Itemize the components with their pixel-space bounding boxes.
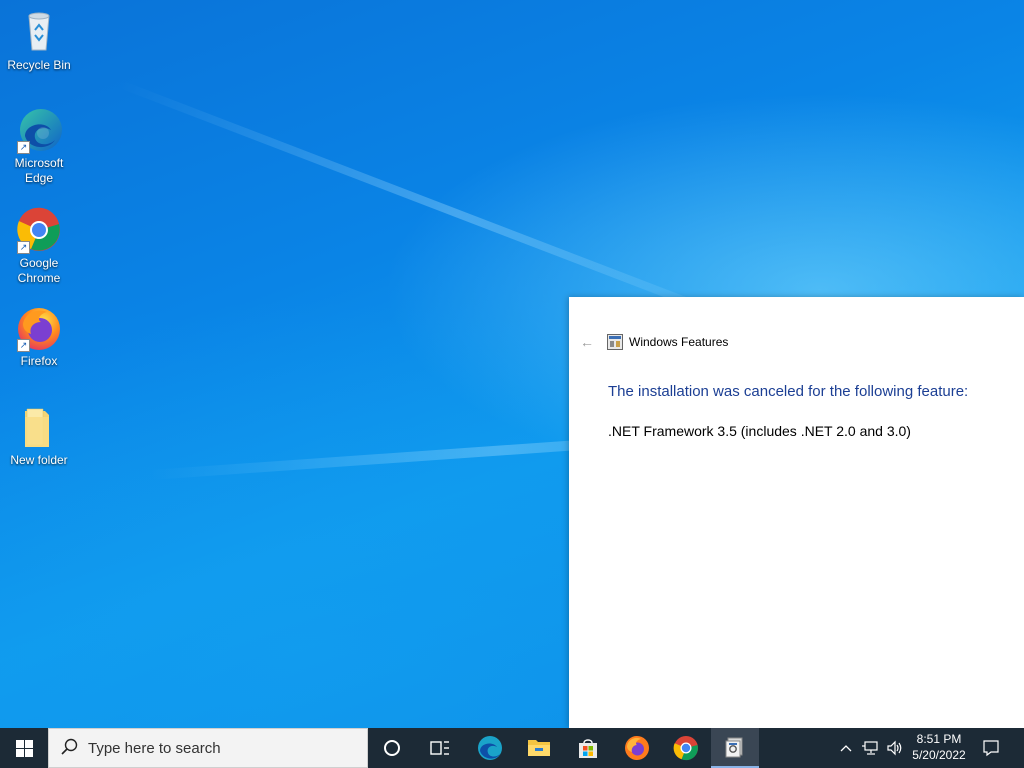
desktop-icon-chrome[interactable]: ↗ Google Chrome xyxy=(4,206,74,286)
firefox-icon xyxy=(625,736,649,760)
windows-features-icon xyxy=(725,737,743,758)
taskbar-firefox-button[interactable] xyxy=(613,728,661,768)
taskbar-store-button[interactable] xyxy=(564,728,612,768)
dialog-title: Windows Features xyxy=(629,335,729,349)
recycle-bin-icon xyxy=(15,8,63,56)
desktop-icon-label: Microsoft Edge xyxy=(14,156,64,185)
shortcut-arrow-icon: ↗ xyxy=(17,339,30,352)
desktop-icon-label: Recycle Bin xyxy=(7,58,71,72)
dialog-heading: The installation was canceled for the fo… xyxy=(608,383,969,400)
task-view-icon xyxy=(430,741,449,755)
back-arrow-icon[interactable]: ← xyxy=(577,334,597,350)
taskbar-search-box[interactable]: Type here to search xyxy=(48,728,368,768)
desktop-icon-firefox[interactable]: ↗ Firefox xyxy=(4,304,74,369)
desktop: Recycle Bin ↗ Microsoft Edge ↗ Google Ch… xyxy=(0,0,1024,728)
taskbar-windows-features-button[interactable] xyxy=(711,728,759,768)
taskbar-clock[interactable]: 8:51 PM 5/20/2022 xyxy=(906,731,972,763)
clock-date: 5/20/2022 xyxy=(912,748,966,762)
desktop-icon-edge[interactable]: ↗ Microsoft Edge xyxy=(4,106,74,186)
task-view-button[interactable] xyxy=(416,728,464,768)
shortcut-arrow-icon: ↗ xyxy=(17,141,30,154)
chevron-up-icon xyxy=(840,745,852,752)
microsoft-store-icon xyxy=(579,739,597,758)
edge-icon: ↗ xyxy=(15,106,63,154)
desktop-icon-label: New folder xyxy=(10,453,68,467)
desktop-icon-recycle-bin[interactable]: Recycle Bin xyxy=(4,8,74,73)
canceled-feature-name: .NET Framework 3.5 (includes .NET 2.0 an… xyxy=(608,423,911,439)
volume-button[interactable] xyxy=(884,728,906,768)
search-placeholder: Type here to search xyxy=(88,739,221,757)
edge-icon xyxy=(478,736,502,760)
network-button[interactable] xyxy=(860,728,882,768)
taskbar: Type here to search 8:51 PM 5/20/2022 xyxy=(0,728,1024,768)
firefox-icon: ↗ xyxy=(15,304,63,352)
speaker-icon xyxy=(887,740,902,756)
folder-icon xyxy=(15,403,63,451)
taskbar-file-explorer-button[interactable] xyxy=(515,728,563,768)
clock-time: 8:51 PM xyxy=(916,732,962,746)
cortana-button[interactable] xyxy=(368,728,416,768)
chrome-icon xyxy=(673,736,698,761)
taskbar-edge-button[interactable] xyxy=(466,728,514,768)
file-explorer-icon xyxy=(528,740,550,756)
desktop-icon-label: Firefox xyxy=(20,354,58,368)
dialog-header: ← Windows Features xyxy=(577,333,728,351)
search-icon xyxy=(61,738,78,759)
action-center-button[interactable] xyxy=(976,728,1006,768)
show-hidden-icons-button[interactable] xyxy=(836,728,856,768)
network-icon xyxy=(862,741,878,755)
notification-icon xyxy=(983,740,999,757)
start-button[interactable] xyxy=(0,728,48,768)
chrome-icon: ↗ xyxy=(15,206,63,254)
desktop-icon-label: Google Chrome xyxy=(17,256,61,285)
windows-logo-icon xyxy=(15,739,33,757)
windows-features-dialog: ← Windows Features The installation was … xyxy=(569,297,1024,728)
desktop-icon-new-folder[interactable]: New folder xyxy=(4,403,74,468)
taskbar-chrome-button[interactable] xyxy=(662,728,710,768)
cortana-icon xyxy=(384,740,400,756)
windows-features-icon xyxy=(607,334,623,350)
shortcut-arrow-icon: ↗ xyxy=(17,241,30,254)
